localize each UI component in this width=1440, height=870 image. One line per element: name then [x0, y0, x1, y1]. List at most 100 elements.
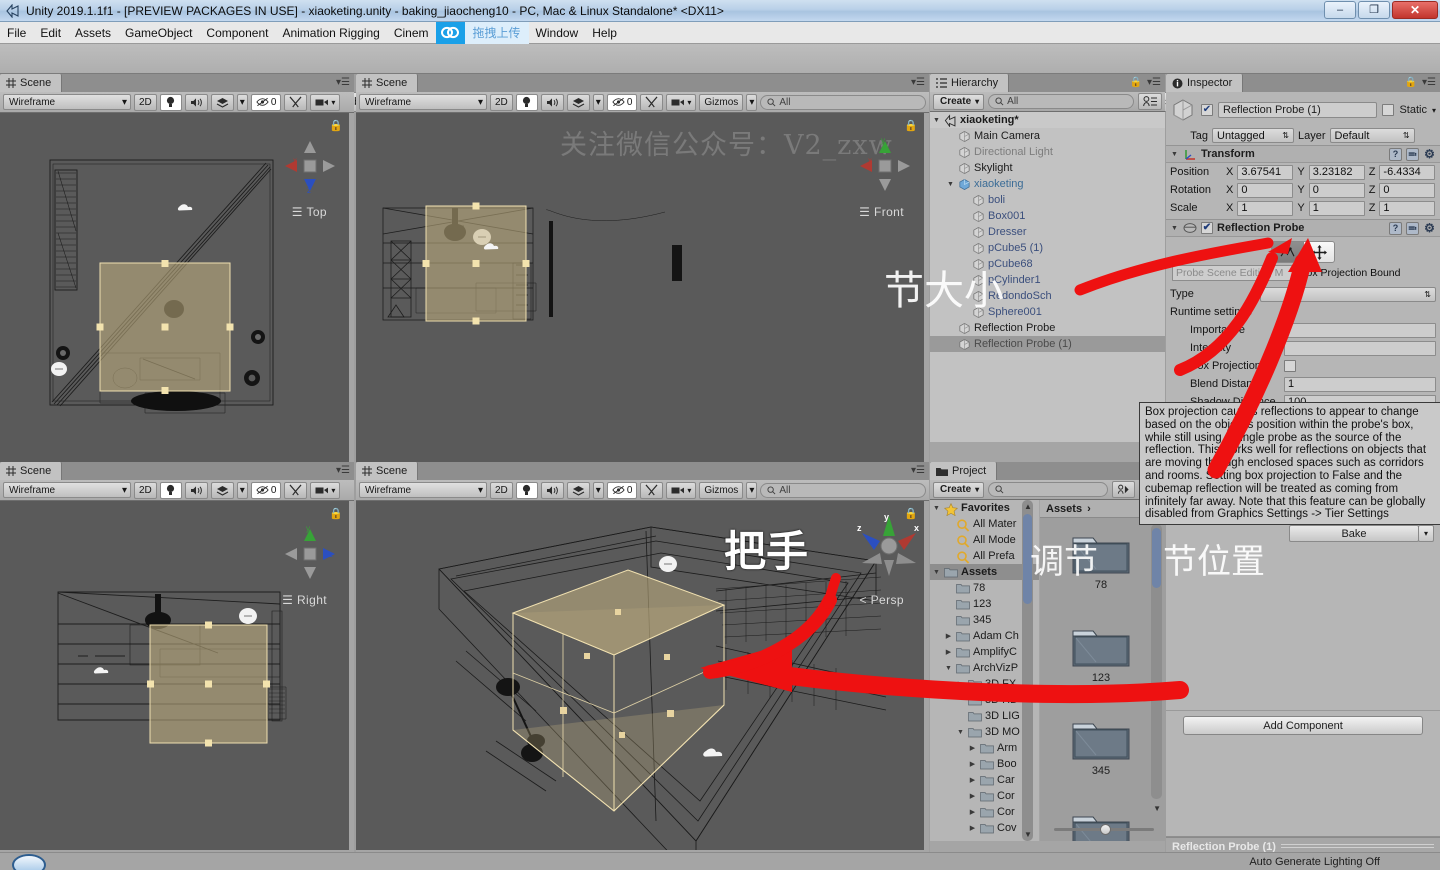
scene-axis-gizmo-top[interactable]: x z: [279, 135, 335, 191]
tab-scene-1[interactable]: Scene: [0, 74, 62, 92]
scene-viewport-persp[interactable]: 把手 y z x < Persp 🔒: [356, 501, 924, 850]
scene-view-label-front[interactable]: ☰ Front: [859, 205, 904, 219]
hierarchy-item-9[interactable]: pCube68: [930, 256, 1165, 272]
hierarchy-item-2[interactable]: Directional Light: [930, 144, 1165, 160]
asset-tile-1[interactable]: 123: [1062, 621, 1140, 684]
menu-assets[interactable]: Assets: [68, 24, 118, 42]
scene-search-input-4[interactable]: All: [760, 483, 926, 498]
reflection-probe-enabled-checkbox[interactable]: [1201, 222, 1213, 234]
transform-rotation-z[interactable]: 0: [1379, 183, 1435, 198]
static-checkbox[interactable]: [1382, 104, 1394, 116]
toggle-2d-4[interactable]: 2D: [490, 482, 513, 499]
hierarchy-item-14[interactable]: Reflection Probe (1): [930, 336, 1165, 352]
create-button[interactable]: Create ▾: [933, 94, 984, 110]
tag-dropdown[interactable]: Untagged⇅: [1212, 128, 1294, 143]
project-filter-type-button[interactable]: [1112, 481, 1135, 498]
scene-lock-icon-persp[interactable]: 🔒: [904, 507, 918, 520]
project-create-button[interactable]: Create ▾: [933, 482, 984, 498]
probe-type-dropdown[interactable]: ⇅: [1260, 287, 1436, 302]
scene-view-label-right[interactable]: ☰ Right: [282, 593, 327, 607]
panel-options-2[interactable]: ▾☰: [911, 77, 925, 88]
transform-rotation-y[interactable]: 0: [1309, 183, 1365, 198]
toggle-effects-4[interactable]: [567, 482, 590, 499]
scene-camera-2[interactable]: ▾: [666, 94, 696, 111]
assets-scrollbar[interactable]: [1151, 524, 1162, 799]
toggle-2d-1[interactable]: 2D: [134, 94, 157, 111]
edit-bounds-button[interactable]: [1271, 241, 1303, 263]
tab-inspector[interactable]: Inspector: [1166, 74, 1243, 92]
hierarchy-item-7[interactable]: Dresser: [930, 224, 1165, 240]
toggle-2d-3[interactable]: 2D: [134, 482, 157, 499]
gear-icon[interactable]: ⚙: [1423, 222, 1436, 235]
panel-menu-icon[interactable]: ▾☰: [911, 465, 925, 476]
hierarchy-sort-button[interactable]: [1138, 93, 1162, 110]
expand-triangle-icon[interactable]: ▶: [968, 824, 977, 832]
toggle-audio-2[interactable]: [541, 94, 564, 111]
asset-grid[interactable]: 78123345: [1040, 518, 1165, 818]
scene-lock-icon-front[interactable]: 🔒: [904, 119, 918, 132]
expand-triangle-icon[interactable]: ▶: [944, 632, 953, 640]
close-button[interactable]: ✕: [1392, 1, 1438, 19]
collapse-triangle-icon[interactable]: ▼: [1170, 151, 1179, 158]
probe-field-input[interactable]: 1: [1284, 377, 1436, 392]
gameobject-enabled-checkbox[interactable]: [1201, 104, 1213, 116]
shading-dropdown-3[interactable]: Wireframe▾: [3, 482, 131, 498]
scene-viewport-right[interactable]: y z ☰ Right 🔒: [0, 501, 349, 850]
hierarchy-item-13[interactable]: Reflection Probe: [930, 320, 1165, 336]
lock-icon[interactable]: 🔒: [1130, 77, 1142, 88]
zoom-slider-knob[interactable]: [1100, 824, 1111, 835]
scene-visibility-4[interactable]: 0: [607, 482, 638, 499]
toggle-lighting-3[interactable]: [160, 482, 182, 499]
tab-scene-2[interactable]: Scene: [356, 74, 418, 92]
assets-scroll-down-icon[interactable]: ▼: [1153, 804, 1161, 813]
menu-edit[interactable]: Edit: [33, 24, 68, 42]
gameobject-name-input[interactable]: Reflection Probe (1): [1218, 102, 1377, 118]
hierarchy-item-10[interactable]: pCylinder1: [930, 272, 1165, 288]
expand-triangle-icon[interactable]: ▶: [944, 648, 953, 656]
hierarchy-item-11[interactable]: RedondoSch: [930, 288, 1165, 304]
taskbar-orb[interactable]: [12, 854, 46, 870]
asset-tile-3[interactable]: [1062, 807, 1140, 841]
scene-axis-gizmo-front[interactable]: y x: [854, 135, 910, 191]
project-assets-pane[interactable]: Assets › 78123345 ▼: [1040, 500, 1165, 841]
gear-icon[interactable]: ⚙: [1423, 148, 1436, 161]
scene-camera-3[interactable]: ▾: [310, 482, 340, 499]
expand-triangle-icon[interactable]: ▼: [946, 181, 955, 188]
menu-file[interactable]: File: [0, 24, 33, 42]
expand-triangle-icon[interactable]: ▶: [956, 680, 965, 688]
toggle-audio-3[interactable]: [185, 482, 208, 499]
scene-search-input-2[interactable]: All: [760, 95, 926, 110]
scene-visibility-3[interactable]: 0: [251, 482, 282, 499]
shading-dropdown-4[interactable]: Wireframe▾: [359, 482, 487, 498]
scene-settings-4[interactable]: [640, 482, 663, 499]
effects-dropdown-4[interactable]: ▾: [593, 482, 604, 499]
scroll-down-arrow-icon[interactable]: ▼: [1024, 830, 1032, 839]
transform-rotation-x[interactable]: 0: [1237, 183, 1293, 198]
toggle-2d-2[interactable]: 2D: [490, 94, 513, 111]
scene-viewport-front[interactable]: 关注微信公众号：V2_zxw y x ☰ Front 🔒: [356, 113, 924, 462]
restore-button[interactable]: ❐: [1358, 1, 1390, 19]
box-projection-checkbox[interactable]: [1284, 360, 1296, 372]
scene-view-label-top[interactable]: ☰ Top: [292, 205, 327, 219]
transform-scale-z[interactable]: 1: [1379, 201, 1435, 216]
menu-component[interactable]: Component: [199, 24, 275, 42]
shading-dropdown-1[interactable]: Wireframe▾: [3, 94, 131, 110]
scene-camera-4[interactable]: ▾: [666, 482, 696, 499]
gizmos-button-4[interactable]: Gizmos: [699, 482, 743, 499]
tab-hierarchy[interactable]: Hierarchy: [930, 74, 1009, 92]
expand-triangle-icon[interactable]: ▶: [968, 792, 977, 800]
hierarchy-list[interactable]: ▼xiaoketing*Main CameraDirectional Light…: [930, 112, 1165, 442]
transform-position-x[interactable]: 3.67541: [1237, 165, 1293, 180]
scene-settings-3[interactable]: [284, 482, 307, 499]
asset-tile-2[interactable]: 345: [1062, 714, 1140, 777]
expand-triangle-icon[interactable]: ▶: [968, 808, 977, 816]
move-probe-button[interactable]: [1303, 241, 1335, 263]
effects-dropdown-1[interactable]: ▾: [237, 94, 248, 111]
hierarchy-item-5[interactable]: boli: [930, 192, 1165, 208]
scene-visibility-2[interactable]: 0: [607, 94, 638, 111]
menu-animation-rigging[interactable]: Animation Rigging: [275, 24, 386, 42]
bake-button[interactable]: Bake: [1289, 525, 1419, 542]
hierarchy-item-12[interactable]: Sphere001: [930, 304, 1165, 320]
hierarchy-item-4[interactable]: ▼xiaoketing: [930, 176, 1165, 192]
static-dropdown-icon[interactable]: ▾: [1432, 106, 1436, 115]
